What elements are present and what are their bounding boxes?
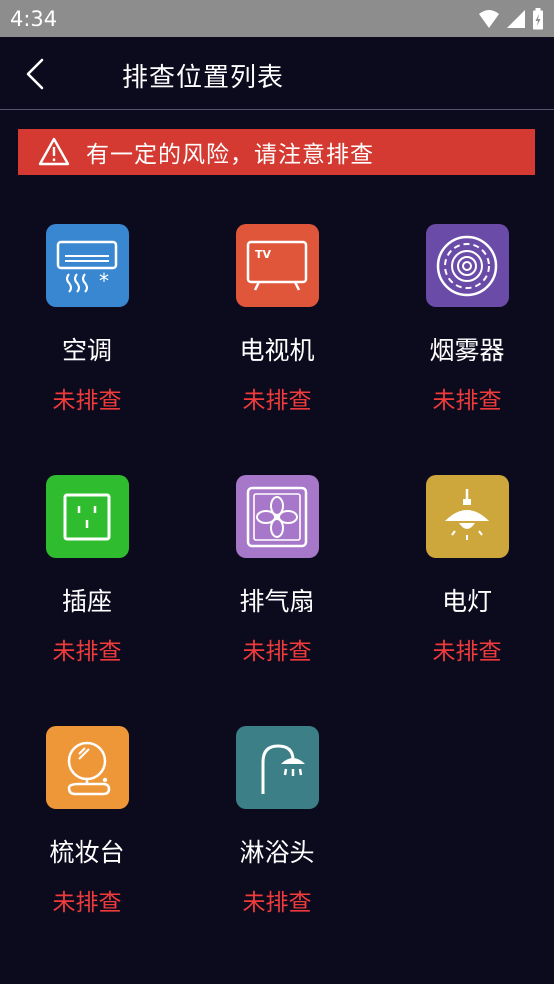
item-name: 电灯 — [441, 587, 492, 616]
risk-warning-banner: 有一定的风险，请注意排查 — [18, 129, 535, 175]
item-name: 空调 — [61, 336, 112, 365]
air-conditioner-tile: * — [45, 224, 129, 307]
location-item-smoke-detector[interactable]: 烟雾器 未排查 — [392, 224, 542, 415]
location-item-air-conditioner[interactable]: * 空调 未排查 — [12, 224, 162, 415]
lamp-tile — [425, 475, 509, 558]
svg-text:*: * — [99, 269, 109, 293]
location-item-shower[interactable]: 淋浴头 未排查 — [202, 726, 352, 917]
shower-tile — [235, 726, 319, 809]
status-time: 4:34 — [10, 6, 58, 31]
back-arrow-icon — [26, 58, 44, 90]
dresser-tile — [45, 726, 129, 809]
item-name: 排气扇 — [239, 587, 315, 616]
warning-text: 有一定的风险，请注意排查 — [86, 142, 374, 168]
page-title: 排查位置列表 — [122, 63, 285, 93]
back-button[interactable] — [20, 55, 54, 93]
item-name: 梳妆台 — [49, 838, 125, 867]
location-item-dresser[interactable]: 梳妆台 未排查 — [12, 726, 162, 917]
item-status: 未排查 — [52, 639, 122, 665]
wifi-icon — [479, 10, 499, 28]
item-status: 未排查 — [242, 388, 312, 414]
app-bar: 排查位置列表 — [0, 37, 554, 110]
location-item-tv[interactable]: TV 电视机 未排查 — [202, 224, 352, 415]
status-bar: 4:34 — [0, 0, 554, 37]
location-item-exhaust-fan[interactable]: 排气扇 未排查 — [202, 475, 352, 666]
item-name: 烟雾器 — [429, 336, 505, 365]
status-icons — [478, 8, 544, 30]
item-name: 电视机 — [239, 336, 315, 365]
location-item-socket[interactable]: 插座 未排查 — [12, 475, 162, 666]
item-status: 未排查 — [432, 388, 502, 414]
item-status: 未排查 — [242, 639, 312, 665]
location-item-lamp[interactable]: 电灯 未排查 — [392, 475, 542, 666]
dresser-icon — [67, 741, 111, 795]
exhaust-fan-tile — [235, 475, 319, 558]
tv-icon: TV — [246, 240, 308, 291]
item-status: 未排查 — [242, 890, 312, 916]
socket-tile — [45, 475, 129, 558]
air-conditioner-icon: * — [56, 240, 118, 293]
item-status: 未排查 — [52, 388, 122, 414]
socket-icon — [63, 493, 111, 540]
warning-icon — [38, 137, 70, 166]
smoke-detector-icon — [436, 235, 498, 296]
shower-icon — [261, 743, 305, 794]
tv-tile: TV — [235, 224, 319, 307]
item-name: 淋浴头 — [239, 838, 315, 867]
item-status: 未排查 — [52, 890, 122, 916]
lamp-icon — [445, 488, 489, 540]
battery-icon — [533, 8, 543, 30]
item-status: 未排查 — [432, 639, 502, 665]
svg-text:TV: TV — [255, 248, 272, 261]
signal-icon — [507, 10, 525, 28]
smoke-detector-tile — [425, 224, 509, 307]
item-name: 插座 — [61, 587, 112, 616]
exhaust-fan-icon — [246, 486, 308, 547]
